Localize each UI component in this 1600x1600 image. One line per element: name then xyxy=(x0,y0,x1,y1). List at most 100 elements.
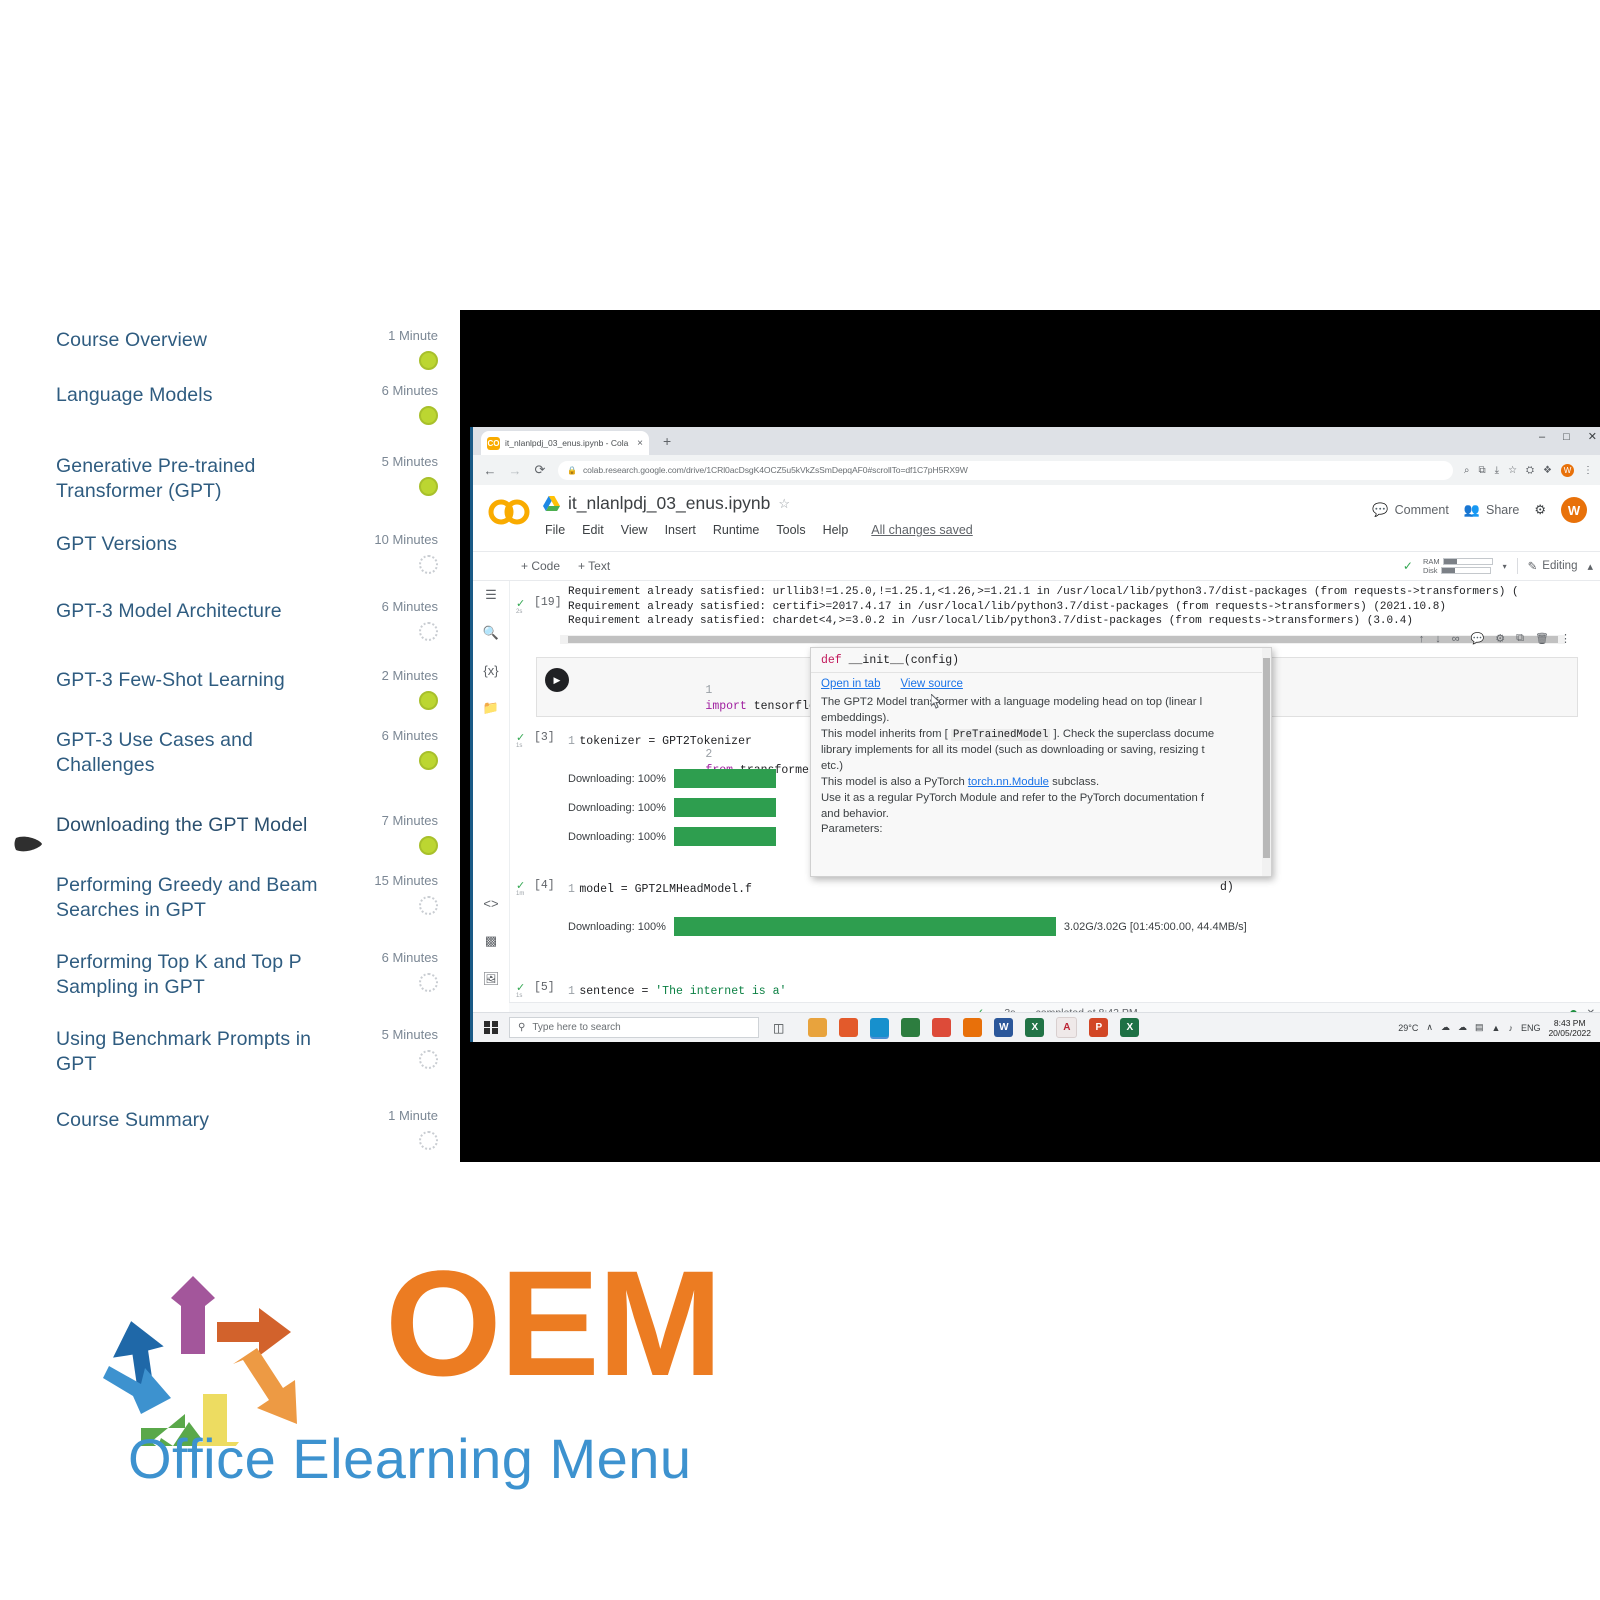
volume-icon[interactable]: ♪ xyxy=(1508,1023,1513,1033)
documentation-tooltip-popup[interactable]: def __init__(config) Open in tab View so… xyxy=(810,647,1272,877)
resource-meters[interactable]: RAM Disk xyxy=(1423,557,1493,575)
view-source-link[interactable]: View source xyxy=(900,678,962,690)
word-icon[interactable]: W xyxy=(994,1018,1014,1037)
files-icon[interactable]: 📁 xyxy=(483,700,499,716)
reload-icon[interactable]: ⟳ xyxy=(533,462,547,478)
output-horizontal-scrollbar[interactable] xyxy=(560,635,1565,644)
user-avatar[interactable]: W xyxy=(1561,497,1587,523)
course-item[interactable]: Performing Greedy and Beam Searches in G… xyxy=(0,873,460,923)
course-item[interactable]: GPT-3 Use Cases and Challenges 6 Minutes xyxy=(0,728,460,778)
task-view-icon[interactable]: ◫ xyxy=(773,1021,784,1035)
search-icon[interactable]: 🔍 xyxy=(483,625,499,641)
excel-icon[interactable]: X xyxy=(1025,1018,1045,1037)
powerpoint-icon[interactable]: P xyxy=(1089,1018,1109,1037)
course-item-title[interactable]: Performing Greedy and Beam Searches in G… xyxy=(56,873,342,923)
course-item[interactable]: Using Benchmark Prompts in GPT 5 Minutes xyxy=(0,1027,460,1077)
collapse-header-icon[interactable]: ▴ xyxy=(1587,560,1593,573)
course-item-title[interactable]: Generative Pre-trained Transformer (GPT) xyxy=(56,454,342,504)
notebook-title[interactable]: it_nlanlpdj_03_enus.ipynb xyxy=(568,493,770,514)
course-item-title[interactable]: GPT-3 Use Cases and Challenges xyxy=(56,728,342,778)
zoom-icon[interactable]: ⌕ xyxy=(1464,465,1470,476)
bookmark-star-icon[interactable]: ☆ xyxy=(1508,465,1517,476)
browser-profile-avatar[interactable]: W xyxy=(1561,463,1574,477)
firefox-icon[interactable] xyxy=(839,1018,859,1037)
menu-item-help[interactable]: Help xyxy=(823,523,849,537)
move-cell-down-icon[interactable]: ↓ xyxy=(1435,633,1441,645)
menu-item-edit[interactable]: Edit xyxy=(582,523,604,537)
menu-item-runtime[interactable]: Runtime xyxy=(713,523,760,537)
comment-icon[interactable]: 💬 xyxy=(1471,632,1485,645)
code-snippets-icon[interactable]: <> xyxy=(483,896,498,911)
course-item-title[interactable]: GPT-3 Model Architecture xyxy=(56,599,342,624)
menu-icon[interactable]: ☰ xyxy=(485,587,497,603)
acrobat-icon[interactable]: A xyxy=(1056,1017,1078,1038)
install-icon[interactable]: ⤓ xyxy=(1495,465,1499,476)
menu-item-tools[interactable]: Tools xyxy=(776,523,805,537)
onedrive-icon[interactable]: ☁ xyxy=(1441,1022,1450,1033)
excel2-icon[interactable]: X xyxy=(1120,1018,1140,1037)
course-item[interactable]: GPT-3 Few-Shot Learning 2 Minutes xyxy=(0,668,460,710)
move-cell-up-icon[interactable]: ↑ xyxy=(1419,633,1425,645)
open-in-tab-link[interactable]: Open in tab xyxy=(821,678,880,690)
file-explorer-icon[interactable] xyxy=(808,1018,828,1037)
doc-popup-scrollbar[interactable] xyxy=(1262,648,1271,876)
terminal-icon[interactable]: ▩ xyxy=(485,933,497,949)
tab-close-icon[interactable]: × xyxy=(637,438,643,449)
more-vert-icon[interactable]: ⋮ xyxy=(1560,632,1571,645)
edge-icon[interactable] xyxy=(870,1018,890,1037)
vlc-icon[interactable] xyxy=(963,1018,983,1037)
copy-icon[interactable]: ⧉ xyxy=(1516,632,1524,645)
add-code-cell-button[interactable]: + Code xyxy=(521,559,560,573)
course-item-title[interactable]: Downloading the GPT Model xyxy=(56,813,342,838)
course-item[interactable]: Language Models 6 Minutes xyxy=(0,383,460,425)
menu-item-file[interactable]: File xyxy=(545,523,565,537)
course-item-title[interactable]: GPT-3 Few-Shot Learning xyxy=(56,668,342,693)
language-indicator[interactable]: ENG xyxy=(1521,1023,1541,1033)
link-icon[interactable]: ∞ xyxy=(1452,633,1460,645)
taskbar-clock[interactable]: 8:43 PM 20/05/2022 xyxy=(1548,1018,1595,1038)
back-icon[interactable]: ← xyxy=(483,463,497,478)
share-button[interactable]: 👥 Share xyxy=(1464,502,1520,518)
window-minimize-button[interactable]: – xyxy=(1539,431,1545,443)
course-item-title[interactable]: Course Summary xyxy=(56,1108,342,1133)
forward-icon[interactable]: → xyxy=(508,463,522,478)
course-item-title[interactable]: Language Models xyxy=(56,383,342,408)
show-hidden-icons-chevron[interactable]: ∧ xyxy=(1426,1022,1433,1033)
apps-icon[interactable]: ❖ xyxy=(1543,465,1552,476)
notebook-scroll-area[interactable]: ✓ 2s [19] Requirement already satisfied:… xyxy=(510,581,1600,1023)
image-icon[interactable]: 🖼 xyxy=(483,971,500,987)
extensions-puzzle-icon[interactable]: ⛭ xyxy=(1526,465,1534,476)
window-close-button[interactable]: ✕ xyxy=(1588,430,1597,443)
course-item[interactable]: GPT Versions 10 Minutes xyxy=(0,532,460,574)
chevron-down-icon[interactable]: ▾ xyxy=(1503,562,1507,571)
menu-item-insert[interactable]: Insert xyxy=(665,523,696,537)
battery-icon[interactable]: ▤ xyxy=(1475,1022,1484,1033)
course-item[interactable]: GPT-3 Model Architecture 6 Minutes xyxy=(0,599,460,641)
delete-icon[interactable]: 🗑 xyxy=(1535,632,1549,645)
store-icon[interactable] xyxy=(901,1018,921,1037)
run-cell-button[interactable]: ▶ xyxy=(545,668,569,692)
weather-temperature[interactable]: 29°C xyxy=(1398,1023,1418,1033)
chrome-icon[interactable] xyxy=(932,1018,952,1037)
settings-icon[interactable]: ⚙ xyxy=(1495,632,1505,645)
new-tab-button[interactable]: + xyxy=(663,434,671,448)
course-item[interactable]: Downloading the GPT Model 7 Minutes xyxy=(0,813,460,855)
course-item-title[interactable]: Course Overview xyxy=(56,328,342,353)
window-maximize-button[interactable]: □ xyxy=(1563,431,1570,443)
cloud-icon[interactable]: ☁ xyxy=(1458,1022,1467,1033)
star-icon[interactable]: ☆ xyxy=(778,496,790,512)
network-icon[interactable]: ▲ xyxy=(1492,1023,1501,1033)
add-text-cell-button[interactable]: + Text xyxy=(578,559,610,573)
editing-button[interactable]: ✎ Editing xyxy=(1528,559,1578,573)
gear-icon[interactable]: ⚙ xyxy=(1534,502,1546,518)
course-item-title[interactable]: Performing Top K and Top P Sampling in G… xyxy=(56,950,342,1000)
comment-button[interactable]: 💬 Comment xyxy=(1372,502,1448,518)
share-icon[interactable]: ⧉ xyxy=(1479,465,1486,476)
save-status-label[interactable]: All changes saved xyxy=(871,523,972,537)
torch-nn-module-link[interactable]: torch.nn.Module xyxy=(968,776,1049,788)
browser-tab[interactable]: CO it_nlanlpdj_03_enus.ipynb - Cola × xyxy=(481,431,649,455)
course-item[interactable]: Course Overview 1 Minute xyxy=(0,328,460,370)
menu-item-view[interactable]: View xyxy=(621,523,648,537)
course-item[interactable]: Performing Top K and Top P Sampling in G… xyxy=(0,950,460,1000)
course-item[interactable]: Generative Pre-trained Transformer (GPT)… xyxy=(0,454,460,504)
